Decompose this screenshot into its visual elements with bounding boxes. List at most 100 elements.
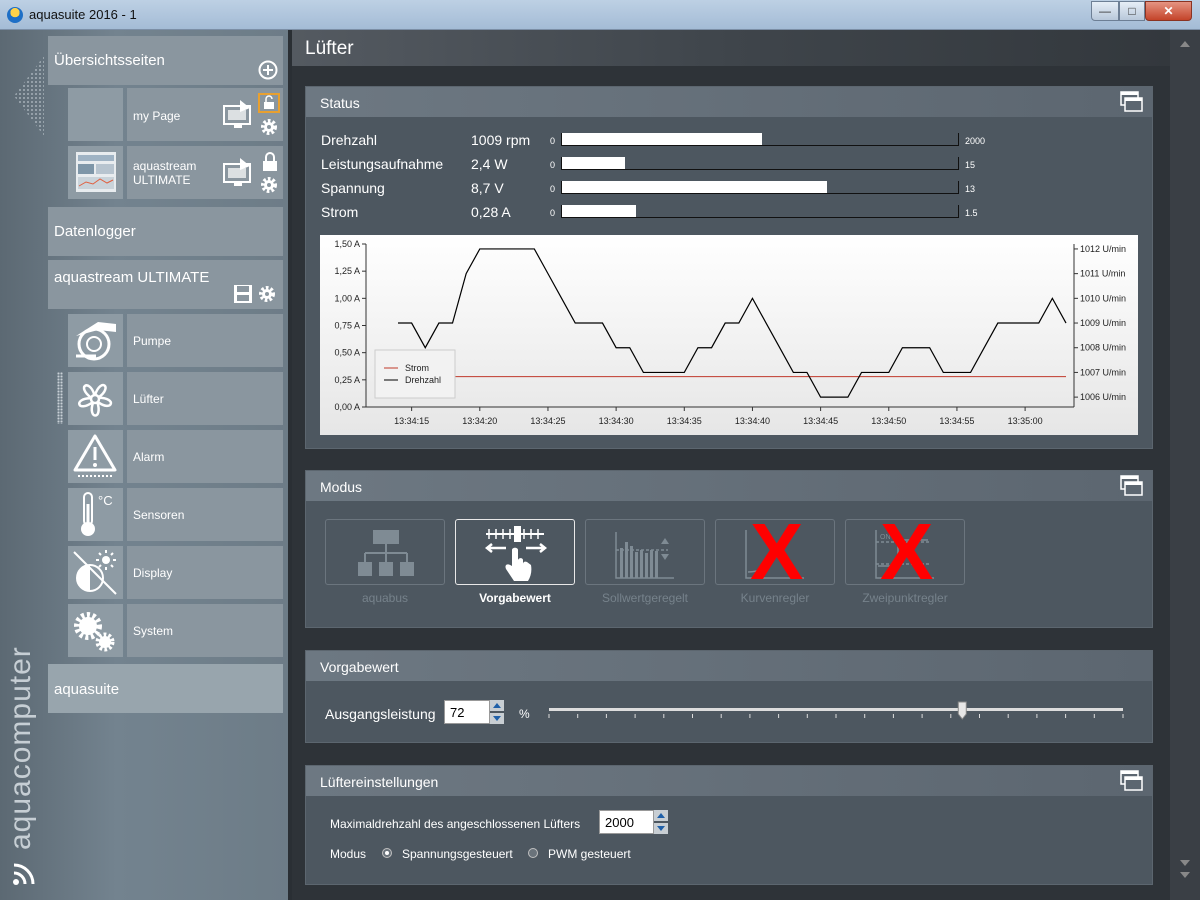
close-button[interactable]: ✕ [1145, 1, 1192, 21]
mode-kurvenregler-button[interactable]: X [715, 512, 835, 592]
window-toggle-icon[interactable] [1120, 770, 1144, 792]
settings-gear-icon[interactable] [257, 284, 277, 304]
pwm-mode-radio[interactable] [528, 848, 538, 858]
voltage-mode-radio[interactable] [382, 848, 392, 858]
mode-sollwert-button[interactable] [585, 519, 705, 585]
mode-vorgabewert-button[interactable] [455, 519, 575, 585]
y-right-tick-label: 1012 U/min [1080, 244, 1126, 254]
sensors-thumbnail[interactable]: °C [68, 488, 123, 541]
status-bar-fill [562, 133, 762, 145]
page-title: Lüfter [305, 38, 354, 59]
status-label: Spannung [321, 180, 385, 196]
alarm-thumbnail[interactable] [68, 430, 123, 483]
minimize-button[interactable]: — [1091, 1, 1119, 21]
manual-setpoint-icon [484, 526, 548, 581]
sidebar-item-label: Sensoren [133, 508, 185, 522]
setpoint-control-icon [615, 532, 674, 579]
page-edit-icon[interactable] [222, 156, 258, 190]
unlocked-icon[interactable] [258, 93, 280, 113]
locked-icon[interactable] [260, 151, 280, 173]
fan-settings-header[interactable]: Lüftereinstellungen [306, 766, 1152, 796]
series-line-drehzahl [398, 248, 1067, 398]
vertical-scrollbar[interactable] [1170, 30, 1200, 900]
modus-section: Modus aquabus Vorgabewert Sollwertgerege… [305, 470, 1153, 628]
status-label: Leistungsaufnahme [321, 156, 444, 172]
status-value: 2,4 W [471, 156, 508, 172]
bar-min-label: 0 [550, 136, 556, 146]
chart: 0,00 A 0,25 A 0,50 A 0,75 A 1,00 A 1,25 A 1,50… [320, 235, 1138, 435]
maximize-button[interactable]: □ [1119, 1, 1145, 21]
window-toggle-icon[interactable] [1120, 475, 1144, 497]
output-power-label: Ausgangsleistung [325, 706, 436, 722]
settings-gear-icon[interactable] [259, 175, 279, 195]
display-thumbnail[interactable] [68, 546, 123, 599]
scroll-up-icon[interactable] [1176, 38, 1194, 50]
spinner-arrows-icon[interactable] [490, 700, 504, 724]
slider-thumb[interactable] [957, 701, 967, 720]
fan-thumbnail[interactable] [68, 372, 123, 425]
mode-zweipunkt-button[interactable]: ON X [845, 512, 965, 592]
sidebar-page-mypage[interactable]: my Page [127, 88, 283, 141]
sidebar-overview-label: Übersichtsseiten [54, 52, 165, 69]
sidebar-item-alarm[interactable]: Alarm [127, 430, 283, 483]
sidebar-item-luefter[interactable]: Lüfter [127, 372, 283, 425]
sidebar-device[interactable]: aquastream ULTIMATE [48, 260, 283, 309]
window-toggle-icon[interactable] [1120, 91, 1144, 113]
x-tick-label: 13:34:55 [939, 416, 974, 426]
sidebar-item-system[interactable]: System [127, 604, 283, 657]
window-titlebar[interactable]: aquasuite 2016 - 1 — □ ✕ [0, 0, 1200, 30]
gears-icon [74, 612, 115, 652]
y-right-tick-label: 1010 U/min [1080, 293, 1126, 303]
aquastream-page-thumbnail[interactable] [68, 146, 123, 199]
legend-label: Drehzahl [405, 375, 441, 385]
modus-header[interactable]: Modus [306, 471, 1152, 501]
system-thumbnail[interactable] [68, 604, 123, 657]
sidebar-item-pumpe[interactable]: Pumpe [127, 314, 283, 367]
vorgabewert-section: Vorgabewert Ausgangsleistung 72 % [305, 650, 1153, 743]
y-left-tick-label: 0,00 A [334, 402, 360, 412]
aquastream-page-label-1: aquastream [133, 159, 197, 173]
y-left-tick-label: 1,00 A [334, 293, 360, 303]
rss-icon[interactable] [12, 862, 36, 886]
y-right-tick-label: 1007 U/min [1080, 367, 1126, 377]
sidebar-datalogger[interactable]: Datenlogger [48, 207, 283, 256]
page-header [292, 30, 1170, 66]
sidebar-item-sensoren[interactable]: Sensoren [127, 488, 283, 541]
output-power-input[interactable]: 72 [444, 700, 490, 724]
bar-max-label: 1.5 [965, 208, 978, 218]
sidebar-item-display[interactable]: Display [127, 546, 283, 599]
x-tick-label: 13:35:00 [1008, 416, 1043, 426]
bar-min-label: 0 [550, 160, 556, 170]
scroll-down-icon[interactable] [1176, 856, 1194, 886]
y-right-tick-label: 1011 U/min [1080, 269, 1125, 279]
status-value: 0,28 A [471, 204, 511, 220]
x-tick-label: 13:34:45 [803, 416, 838, 426]
pump-thumbnail[interactable] [68, 314, 123, 367]
aquastream-page-label-2: ULTIMATE [133, 173, 191, 187]
add-page-icon[interactable] [258, 60, 278, 80]
sidebar-page-aquastream[interactable]: aquastream ULTIMATE [127, 146, 283, 199]
bar-max-label: 15 [965, 160, 976, 170]
max-speed-input[interactable]: 2000 [599, 810, 654, 834]
mode-aquabus-button[interactable] [325, 519, 445, 585]
settings-gear-icon[interactable] [259, 117, 279, 137]
save-icon[interactable] [233, 284, 253, 304]
sidebar-aquasuite[interactable]: aquasuite [48, 664, 283, 713]
vorgabewert-title: Vorgabewert [320, 659, 399, 675]
sidebar-overview[interactable]: Übersichtsseiten [48, 36, 283, 85]
output-power-slider[interactable] [546, 699, 1126, 729]
bar-min-label: 0 [550, 208, 556, 218]
spinner-arrows-icon[interactable] [654, 810, 668, 834]
pwm-mode-label: PWM gesteuert [548, 847, 631, 861]
vorgabewert-header[interactable]: Vorgabewert [306, 651, 1152, 681]
slider-ticks [548, 714, 1124, 718]
mypage-thumbnail[interactable] [68, 88, 123, 141]
status-value: 8,7 V [471, 180, 504, 196]
status-bar-fill [562, 181, 827, 193]
status-bar [561, 157, 959, 170]
device-label: aquastream ULTIMATE [54, 269, 210, 286]
status-header[interactable]: Status [306, 87, 1152, 117]
mode-vorgabewert-label: Vorgabewert [479, 591, 551, 605]
page-edit-icon[interactable] [222, 98, 258, 132]
x-tick-label: 13:34:20 [462, 416, 497, 426]
